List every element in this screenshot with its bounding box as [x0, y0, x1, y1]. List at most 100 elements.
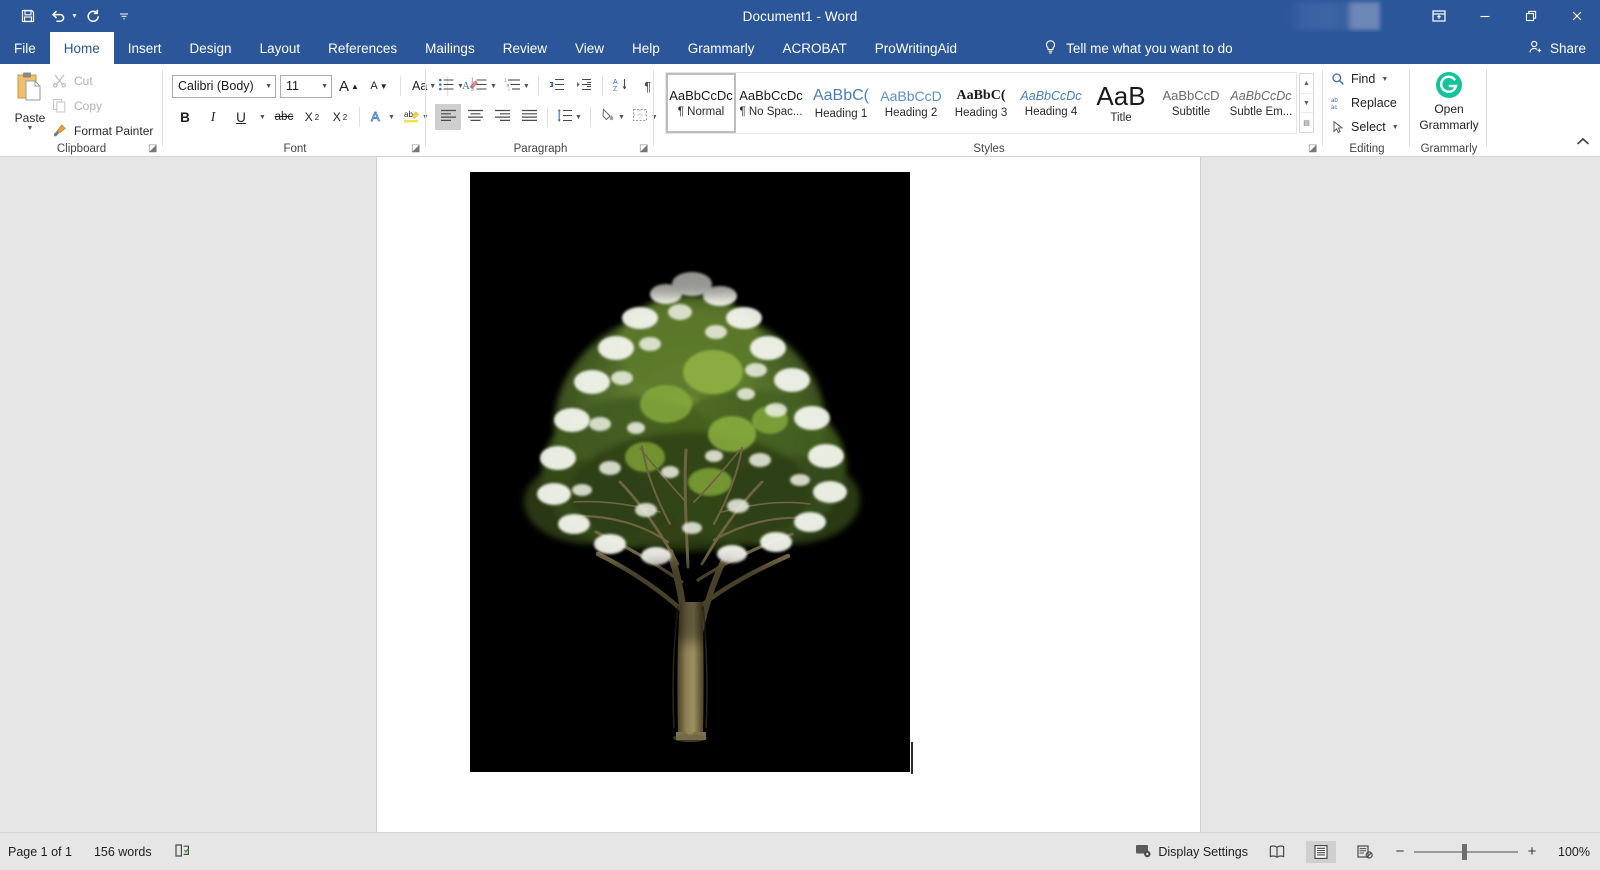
open-grammarly-button[interactable]: Open Grammarly [1411, 70, 1487, 132]
justify-button[interactable] [516, 104, 542, 130]
style-item-heading-3[interactable]: AaBbC( Heading 3 [946, 73, 1016, 133]
style-item-normal[interactable]: AaBbCcDc ¶ Normal [666, 73, 736, 133]
numbering-button[interactable]: 123 ▼ [468, 73, 500, 99]
grammarly-group-label: Grammarly [1420, 143, 1478, 155]
restore-icon[interactable] [1508, 0, 1554, 32]
tab-grammarly[interactable]: Grammarly [674, 32, 769, 64]
undo-dropdown-caret[interactable]: ▼ [71, 13, 78, 20]
chevron-down-icon[interactable]: ▼ [265, 83, 272, 90]
chevron-up-icon[interactable] [1576, 136, 1590, 150]
align-right-button[interactable] [489, 104, 515, 130]
cut-button[interactable]: Cut [52, 72, 153, 89]
tab-review[interactable]: Review [489, 32, 561, 64]
paste-button[interactable]: Paste ▼ [10, 70, 50, 132]
align-center-button[interactable] [462, 104, 488, 130]
zoom-level[interactable]: 100% [1552, 845, 1590, 859]
print-layout-button[interactable] [1306, 840, 1336, 863]
select-button[interactable]: Select ▼ [1331, 118, 1399, 136]
bullets-button[interactable]: ▼ [435, 73, 467, 99]
styles-scroll-up-button[interactable]: ▲ [1300, 74, 1313, 93]
styles-scroll-down-button[interactable]: ▼ [1300, 92, 1313, 113]
web-layout-button[interactable] [1350, 841, 1380, 863]
paste-dropdown-caret[interactable]: ▼ [10, 125, 50, 132]
multilevel-list-button[interactable]: 1ai ▼ [501, 73, 533, 99]
copy-button[interactable]: Copy [52, 97, 153, 114]
underline-dropdown-caret[interactable]: ▼ [256, 104, 269, 130]
tab-mailings[interactable]: Mailings [411, 32, 489, 64]
tree-image[interactable] [470, 172, 910, 772]
document-page[interactable] [377, 157, 1200, 832]
find-button[interactable]: Find ▼ [1331, 70, 1399, 88]
select-dropdown-caret[interactable]: ▼ [1392, 124, 1399, 131]
font-size-combo[interactable]: 11 ▼ [280, 74, 332, 98]
superscript-button[interactable]: X2 [327, 104, 353, 130]
zoom-slider[interactable]: − + [1394, 843, 1538, 860]
styles-dialog-launcher[interactable]: ◪ [1308, 143, 1319, 154]
customize-quick-access-icon[interactable] [110, 4, 138, 28]
tab-design[interactable]: Design [176, 32, 246, 64]
line-spacing-button[interactable]: ▼ [553, 104, 585, 130]
find-dropdown-caret[interactable]: ▼ [1381, 76, 1388, 83]
clipboard-dialog-launcher[interactable]: ◪ [148, 143, 159, 154]
shading-button[interactable]: ▼ [596, 104, 628, 130]
align-left-button[interactable] [435, 104, 461, 130]
undo-icon[interactable] [44, 4, 72, 28]
text-effects-button[interactable]: A ▼ [366, 104, 398, 130]
strikethrough-button[interactable]: abc [271, 104, 297, 130]
tab-prowritingaid[interactable]: ProWritingAid [861, 32, 971, 64]
svg-text:A: A [613, 79, 618, 86]
increase-indent-button[interactable] [571, 73, 597, 99]
grow-font-button[interactable]: A ▲ [336, 73, 362, 99]
shrink-font-button[interactable]: A ▼ [366, 73, 392, 99]
document-canvas[interactable] [0, 157, 1600, 832]
paragraph-dialog-launcher[interactable]: ◪ [639, 143, 650, 154]
save-icon[interactable] [14, 4, 42, 28]
zoom-in-button[interactable]: + [1526, 843, 1538, 860]
lightbulb-icon [1043, 39, 1058, 58]
replace-button[interactable]: ab ac Replace [1331, 94, 1399, 112]
tell-me-search[interactable]: Tell me what you want to do [1043, 32, 1233, 64]
font-dialog-launcher[interactable]: ◪ [411, 143, 422, 154]
minimize-icon[interactable] [1462, 0, 1508, 32]
style-item-subtitle[interactable]: AaBbCcD Subtitle [1156, 73, 1226, 133]
read-mode-button[interactable] [1262, 841, 1292, 863]
redo-icon[interactable] [80, 4, 108, 28]
subscript-button[interactable]: X2 [299, 104, 325, 130]
svg-text:ab: ab [1331, 98, 1338, 104]
zoom-thumb[interactable] [1462, 843, 1467, 860]
style-item-no-spacing[interactable]: AaBbCcDc ¶ No Spac... [736, 73, 806, 133]
word-count[interactable]: 156 words [94, 845, 152, 859]
tab-view[interactable]: View [561, 32, 618, 64]
tree-artwork [470, 172, 910, 772]
proofing-errors-icon[interactable] [174, 843, 191, 861]
style-item-subtle-emphasis[interactable]: AaBbCcDc Subtle Em... [1226, 73, 1296, 133]
styles-more-button[interactable]: ▤ [1300, 112, 1313, 132]
page-indicator[interactable]: Page 1 of 1 [8, 845, 72, 859]
zoom-track[interactable] [1414, 843, 1518, 860]
close-icon[interactable] [1554, 0, 1600, 32]
sort-button[interactable]: AZ [608, 73, 634, 99]
share-button[interactable]: Share [1528, 32, 1586, 64]
bold-button[interactable]: B [172, 104, 198, 130]
style-item-title[interactable]: AaB Title [1086, 73, 1156, 133]
chevron-down-icon[interactable]: ▼ [321, 83, 328, 90]
zoom-out-button[interactable]: − [1394, 843, 1406, 860]
tab-layout[interactable]: Layout [246, 32, 315, 64]
decrease-indent-button[interactable] [544, 73, 570, 99]
tab-home[interactable]: Home [49, 32, 114, 64]
style-item-heading-4[interactable]: AaBbCcDc Heading 4 [1016, 73, 1086, 133]
tab-help[interactable]: Help [618, 32, 674, 64]
style-item-heading-2[interactable]: AaBbCcD Heading 2 [876, 73, 946, 133]
tab-insert[interactable]: Insert [114, 32, 176, 64]
tab-file[interactable]: File [0, 32, 50, 64]
style-item-heading-1[interactable]: AaBbC( Heading 1 [806, 73, 876, 133]
display-settings-button[interactable]: Display Settings [1135, 843, 1248, 861]
bold-label: B [180, 109, 190, 125]
italic-button[interactable]: I [200, 104, 226, 130]
ribbon-display-options-icon[interactable] [1416, 0, 1462, 32]
format-painter-button[interactable]: Format Painter [52, 122, 153, 139]
tab-acrobat[interactable]: ACROBAT [769, 32, 861, 64]
font-family-combo[interactable]: Calibri (Body) ▼ [172, 74, 276, 98]
underline-button[interactable]: U [228, 104, 254, 130]
tab-references[interactable]: References [314, 32, 411, 64]
